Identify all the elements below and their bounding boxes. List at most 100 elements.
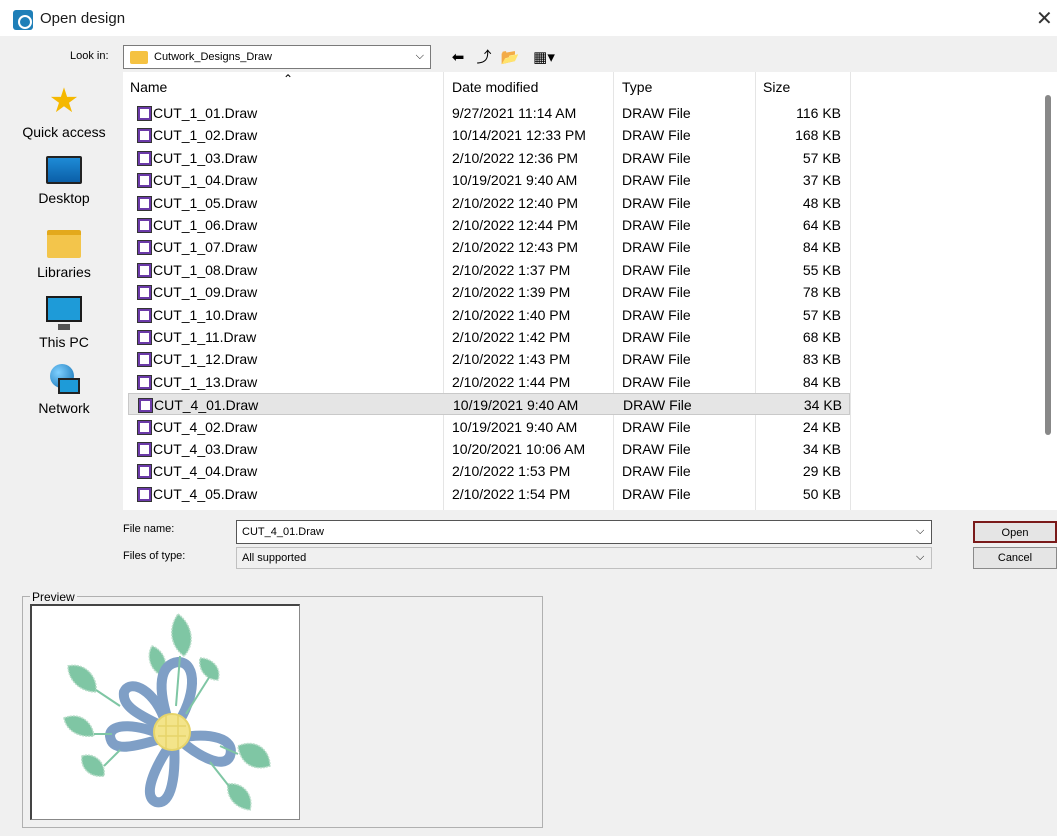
chevron-down-icon: ⌵ <box>415 50 424 62</box>
new-folder-icon[interactable]: 📂 <box>500 48 520 68</box>
place-quick-access[interactable]: ★ Quick access <box>14 84 114 140</box>
file-row[interactable]: CUT_1_07.Draw 2/10/2022 12:43 PM DRAW File… <box>128 236 850 258</box>
file-name: CUT_4_04.Draw <box>153 463 258 480</box>
file-date: 2/10/2022 1:44 PM <box>452 373 571 390</box>
draw-file-icon <box>137 442 152 457</box>
file-size: 57 KB <box>802 149 841 166</box>
sort-arrow-icon: ⌃ <box>283 72 294 86</box>
up-folder-icon[interactable]: ⤴ <box>474 48 494 68</box>
filetype-dropdown[interactable]: All supported <box>236 547 932 569</box>
place-label: Desktop <box>38 190 90 206</box>
file-row[interactable]: CUT_1_11.Draw 2/10/2022 1:42 PM DRAW File 6… <box>128 326 850 348</box>
file-name: CUT_1_05.Draw <box>153 194 258 211</box>
file-row[interactable]: CUT_4_04.Draw 2/10/2022 1:53 PM DRAW File 2… <box>128 460 850 482</box>
draw-file-icon <box>137 285 152 301</box>
network-icon <box>46 364 82 394</box>
file-type: DRAW File <box>622 194 691 211</box>
file-date: 2/10/2022 1:43 PM <box>452 351 571 368</box>
place-libraries[interactable]: Libraries <box>14 230 114 280</box>
file-type: DRAW File <box>622 127 691 144</box>
file-date: 10/19/2021 9:40 AM <box>452 418 578 435</box>
file-row[interactable]: CUT_1_13.Draw 2/10/2022 1:44 PM DRAW File 8… <box>128 371 850 393</box>
draw-file-icon <box>137 195 152 211</box>
file-row[interactable]: CUT_1_05.Draw 2/10/2022 12:40 PM DRAW File… <box>128 192 850 214</box>
file-type: DRAW File <box>622 105 691 121</box>
file-size: 84 KB <box>802 373 841 390</box>
file-row[interactable]: CUT_1_06.Draw 2/10/2022 12:44 PM DRAW File… <box>128 214 850 236</box>
vertical-scrollbar[interactable] <box>1045 95 1051 435</box>
file-date: 10/19/2021 9:40 AM <box>452 172 578 189</box>
file-date: 2/10/2022 12:40 PM <box>452 194 579 211</box>
draw-file-icon <box>137 150 152 166</box>
file-name: CUT_1_06.Draw <box>153 217 258 233</box>
file-row[interactable]: CUT_4_03.Draw 10/20/2021 10:06 AM DRAW Fil… <box>128 438 850 460</box>
file-date: 2/10/2022 1:53 PM <box>452 463 571 480</box>
file-name: CUT_4_02.Draw <box>153 418 258 435</box>
desktop-icon <box>46 156 82 184</box>
file-date: 2/10/2022 1:40 PM <box>452 306 571 323</box>
file-date: 2/10/2022 12:44 PM <box>452 217 579 233</box>
file-type: DRAW File <box>622 463 691 480</box>
file-date: 2/10/2022 1:39 PM <box>452 284 571 301</box>
file-list[interactable]: Name ⌃ Date modified Type Size CUT_1_01.… <box>123 72 1057 510</box>
this-pc-icon <box>46 296 82 330</box>
file-row[interactable]: CUT_1_02.Draw 10/14/2021 12:33 PM DRAW Fil… <box>128 124 850 146</box>
file-row[interactable]: CUT_1_09.Draw 2/10/2022 1:39 PM DRAW File 7… <box>128 281 850 303</box>
place-desktop[interactable]: Desktop <box>14 156 114 206</box>
close-icon[interactable]: ✕ <box>1036 6 1053 31</box>
file-date: 2/10/2022 12:36 PM <box>452 149 579 166</box>
place-label: Quick access <box>22 124 106 140</box>
file-date: 2/10/2022 1:54 PM <box>452 485 571 502</box>
draw-file-icon <box>137 486 152 502</box>
draw-file-icon <box>137 240 152 256</box>
file-row[interactable]: CUT_4_02.Draw 10/19/2021 9:40 AM DRAW File… <box>128 416 850 438</box>
draw-file-icon <box>137 106 152 121</box>
filename-input[interactable]: CUT_4_01.Draw <box>236 520 932 544</box>
file-date: 2/10/2022 1:42 PM <box>452 329 571 345</box>
file-size: 68 KB <box>802 329 841 345</box>
file-date: 9/27/2021 11:14 AM <box>452 105 577 121</box>
preview-image <box>30 604 300 820</box>
file-name: CUT_1_13.Draw <box>153 373 258 390</box>
folder-icon <box>130 51 148 64</box>
file-row[interactable]: CUT_1_04.Draw 10/19/2021 9:40 AM DRAW File… <box>128 169 850 191</box>
file-name: CUT_1_10.Draw <box>153 306 258 323</box>
column-header-name[interactable]: Name <box>130 72 167 102</box>
file-name: CUT_4_01.Draw <box>154 397 259 414</box>
file-row[interactable]: CUT_1_01.Draw 9/27/2021 11:14 AM DRAW File… <box>128 102 850 124</box>
libraries-icon <box>47 230 81 258</box>
file-size: 168 KB <box>795 127 841 144</box>
file-size: 29 KB <box>802 463 841 480</box>
place-network[interactable]: Network <box>14 364 114 416</box>
file-row[interactable]: CUT_1_12.Draw 2/10/2022 1:43 PM DRAW File 8… <box>128 348 850 370</box>
draw-file-icon <box>137 419 152 435</box>
file-name: CUT_1_12.Draw <box>153 351 258 368</box>
file-name: CUT_1_07.Draw <box>153 239 258 256</box>
title-bar: Open design ✕ <box>0 0 1057 36</box>
column-header-type[interactable]: Type <box>622 72 652 102</box>
column-header-size[interactable]: Size <box>763 72 790 102</box>
file-type: DRAW File <box>622 485 691 502</box>
filename-label: File name: <box>123 523 175 535</box>
file-row[interactable]: CUT_1_03.Draw 2/10/2022 12:36 PM DRAW File… <box>128 147 850 169</box>
file-row[interactable]: CUT_4_01.Draw 10/19/2021 9:40 AM DRAW File… <box>128 393 850 416</box>
lookin-label: Look in: <box>70 50 109 62</box>
draw-file-icon <box>137 307 152 323</box>
draw-file-icon <box>137 464 152 480</box>
lookin-dropdown[interactable]: Cutwork_Designs_Draw ⌵ <box>123 45 431 69</box>
file-type: DRAW File <box>622 441 691 457</box>
file-name: CUT_4_03.Draw <box>153 441 258 457</box>
back-icon[interactable]: ⬅ <box>448 48 468 68</box>
file-type: DRAW File <box>622 373 691 390</box>
place-label: This PC <box>39 334 89 350</box>
file-row[interactable]: CUT_1_10.Draw 2/10/2022 1:40 PM DRAW File 5… <box>128 304 850 326</box>
draw-file-icon <box>137 262 152 278</box>
view-menu-icon[interactable]: ▦▾ <box>528 48 560 68</box>
column-header-date[interactable]: Date modified <box>452 72 538 102</box>
file-row[interactable]: CUT_1_08.Draw 2/10/2022 1:37 PM DRAW File 5… <box>128 259 850 281</box>
open-button[interactable]: Open <box>973 521 1057 543</box>
place-this-pc[interactable]: This PC <box>14 296 114 350</box>
cancel-button[interactable]: Cancel <box>973 547 1057 569</box>
file-row[interactable]: CUT_4_05.Draw 2/10/2022 1:54 PM DRAW File 5… <box>128 483 850 505</box>
file-size: 24 KB <box>802 418 841 435</box>
